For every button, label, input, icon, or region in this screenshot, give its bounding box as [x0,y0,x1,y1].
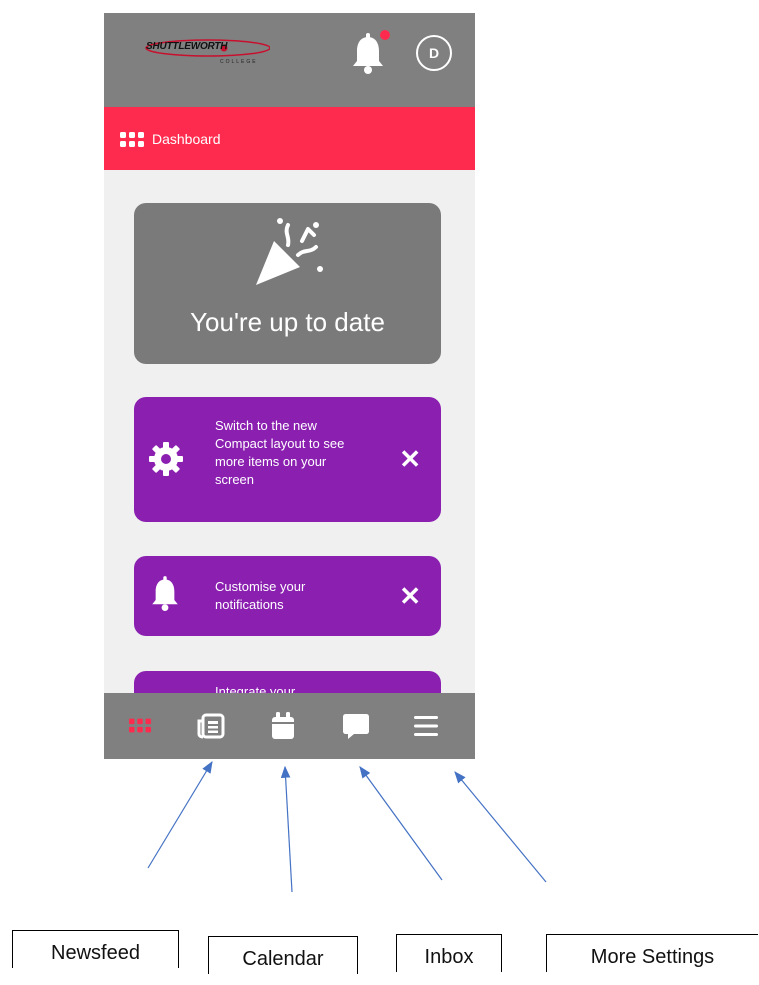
arrow-inbox [359,766,443,881]
callout-label: Inbox [424,946,474,968]
callout-newsfeed: Newsfeed [12,930,179,968]
callout-calendar: Calendar [208,936,358,974]
callout-label: Newsfeed [51,942,140,964]
arrow-newsfeed [147,760,213,869]
callout-label: More Settings [590,946,715,968]
callout-inbox: Inbox [396,934,502,972]
annotation-arrows [147,760,547,893]
arrow-calendar [280,765,293,893]
arrow-more-settings [454,771,547,883]
callout-more-settings: More Settings [546,934,758,972]
callout-label: Calendar [242,948,324,970]
